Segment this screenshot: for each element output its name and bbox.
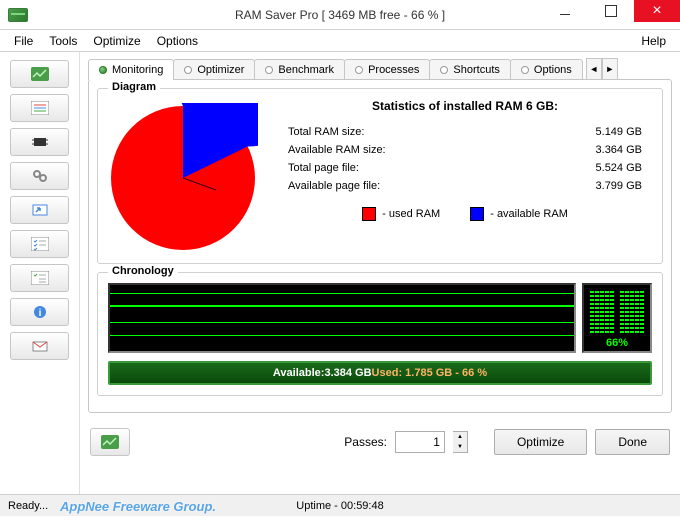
passes-label: Passes: (344, 435, 387, 449)
swatch-used-icon (362, 207, 376, 221)
menu-optimize[interactable]: Optimize (85, 34, 148, 48)
sidebar: i (0, 52, 80, 494)
close-button[interactable]: × (634, 0, 680, 22)
tab-label: Options (534, 64, 572, 76)
equalizer-percent: 66% (584, 337, 650, 349)
status-uptime: Uptime - 00:59:48 (0, 500, 680, 512)
tabstrip: Monitoring Optimizer Benchmark Processes… (80, 52, 680, 80)
main-panel: Monitoring Optimizer Benchmark Processes… (80, 52, 680, 494)
optimize-button[interactable]: Optimize (494, 429, 587, 455)
statusbar: Ready... AppNee Freeware Group. Uptime -… (0, 494, 680, 516)
tab-options[interactable]: Options (510, 59, 583, 80)
available-bar: Available: 3.384 GB Used: 1.785 GB - 66 … (108, 361, 652, 385)
legend: - used RAM - available RAM (278, 207, 652, 221)
stats-block: Statistics of installed RAM 6 GB: Total … (278, 99, 652, 253)
minimize-button[interactable] (542, 0, 588, 22)
menu-help[interactable]: Help (633, 34, 674, 48)
sidebar-gears-icon[interactable] (10, 162, 69, 190)
passes-spinner[interactable]: ▲▼ (453, 431, 468, 453)
menu-tools[interactable]: Tools (41, 34, 85, 48)
stat-avail-page: Available page file:3.799 GB (278, 177, 652, 195)
tab-processes[interactable]: Processes (344, 59, 430, 80)
sidebar-monitoring-icon[interactable] (10, 60, 69, 88)
tab-label: Shortcuts (453, 64, 499, 76)
tab-dot-icon (265, 66, 273, 74)
sidebar-list-icon[interactable] (10, 94, 69, 122)
ram-pie-chart (108, 103, 258, 253)
tab-dot-icon (355, 66, 363, 74)
bottom-chart-icon[interactable] (90, 428, 130, 456)
sidebar-checklist2-icon[interactable] (10, 264, 69, 292)
stat-avail-ram: Available RAM size:3.364 GB (278, 141, 652, 159)
tab-dot-icon (440, 66, 448, 74)
sidebar-mail-icon[interactable] (10, 332, 69, 360)
maximize-button[interactable] (588, 0, 634, 22)
window-controls: × (542, 0, 680, 22)
equalizer: 66% (582, 283, 652, 353)
sidebar-checklist-icon[interactable] (10, 230, 69, 258)
legend-avail: - available RAM (470, 207, 568, 221)
tab-scroll: ◄ ► (586, 58, 618, 80)
stat-total-page: Total page file:5.524 GB (278, 159, 652, 177)
menu-options[interactable]: Options (149, 34, 206, 48)
menubar: File Tools Optimize Options Help (0, 30, 680, 52)
swatch-avail-icon (470, 207, 484, 221)
tab-label: Monitoring (112, 64, 163, 76)
tab-dot-icon (521, 66, 529, 74)
stat-total-ram: Total RAM size:5.149 GB (278, 123, 652, 141)
stats-title: Statistics of installed RAM 6 GB: (278, 99, 652, 113)
tab-shortcuts[interactable]: Shortcuts (429, 59, 510, 80)
menu-file[interactable]: File (6, 34, 41, 48)
sidebar-chip-icon[interactable] (10, 128, 69, 156)
tab-label: Benchmark (278, 64, 334, 76)
tab-optimizer[interactable]: Optimizer (173, 59, 255, 80)
passes-input[interactable] (395, 431, 445, 453)
tab-monitoring[interactable]: Monitoring (88, 59, 174, 80)
chronology-group: Chronology 66% (97, 272, 663, 396)
diagram-label: Diagram (108, 81, 160, 93)
chronology-label: Chronology (108, 265, 178, 277)
diagram-group: Diagram Statistics of installed RAM 6 GB… (97, 88, 663, 264)
svg-text:i: i (38, 308, 41, 319)
tab-label: Processes (368, 64, 419, 76)
tab-label: Optimizer (197, 64, 244, 76)
monitoring-panel: Diagram Statistics of installed RAM 6 GB… (88, 79, 672, 413)
bottom-bar: Passes: ▲▼ Optimize Done (80, 422, 680, 462)
titlebar: RAM Saver Pro [ 3469 MB free - 66 % ] × (0, 0, 680, 30)
tab-scroll-right[interactable]: ► (602, 58, 618, 80)
sidebar-shortcut-icon[interactable] (10, 196, 69, 224)
tab-dot-icon (184, 66, 192, 74)
legend-used: - used RAM (362, 207, 440, 221)
tab-benchmark[interactable]: Benchmark (254, 59, 345, 80)
chronology-chart (108, 283, 576, 353)
tab-dot-icon (99, 66, 107, 74)
tab-scroll-left[interactable]: ◄ (586, 58, 602, 80)
done-button[interactable]: Done (595, 429, 670, 455)
sidebar-info-icon[interactable]: i (10, 298, 69, 326)
